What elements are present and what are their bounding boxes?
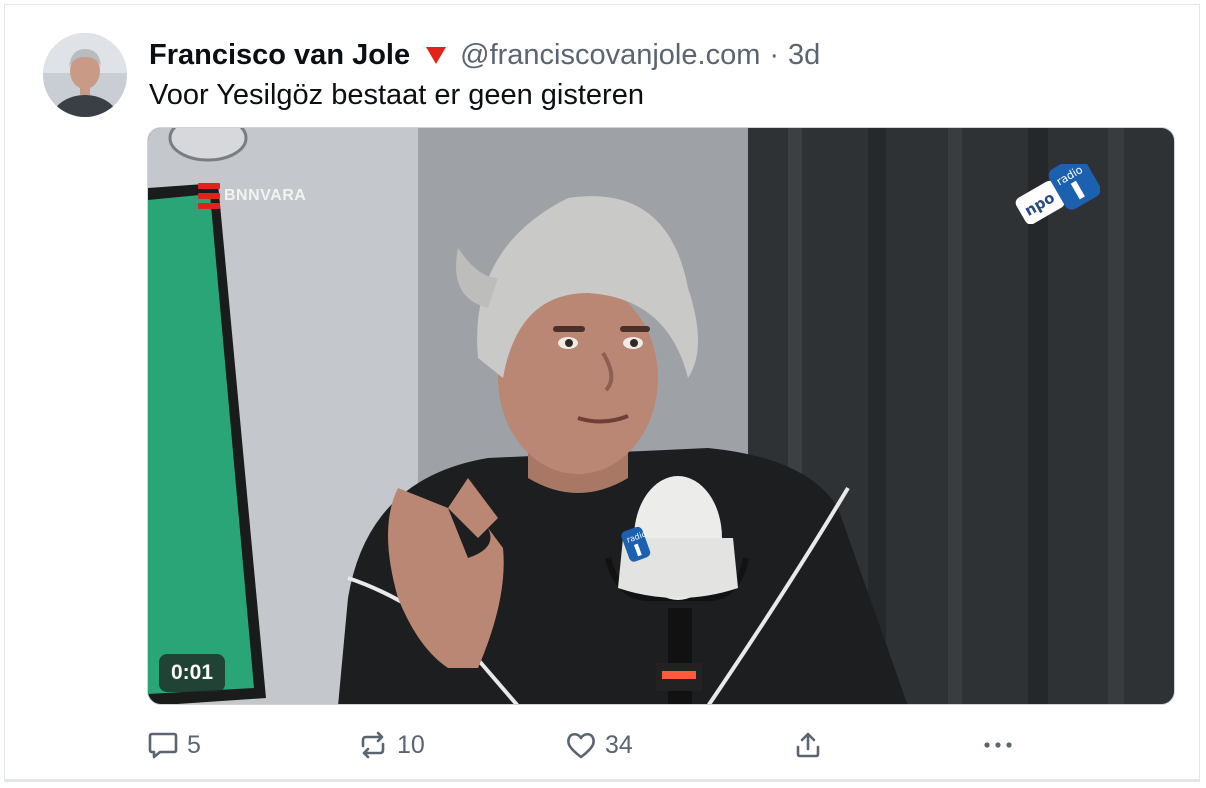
post-actions-bar: 5 10 34 bbox=[147, 725, 1177, 765]
author-name[interactable]: Francisco van Jole bbox=[149, 39, 410, 72]
bnnvara-logo: BNNVARA bbox=[198, 183, 306, 209]
bnnvara-logo-text: BNNVARA bbox=[224, 187, 307, 204]
author-handle[interactable]: @franciscovanjole.com bbox=[460, 39, 760, 72]
heart-icon bbox=[565, 730, 597, 760]
share-button[interactable] bbox=[793, 725, 823, 765]
post-header: Francisco van Jole @franciscovanjole.com… bbox=[149, 35, 820, 75]
npo-radio-1-logo: npo radio bbox=[1014, 155, 1101, 229]
post-timestamp[interactable]: 3d bbox=[788, 39, 820, 72]
reply-button[interactable]: 5 bbox=[147, 725, 201, 765]
red-triangle-down-icon bbox=[424, 45, 448, 65]
separator-dot: · bbox=[769, 38, 780, 71]
like-count: 34 bbox=[605, 730, 633, 759]
repost-count: 10 bbox=[397, 730, 425, 759]
repost-icon bbox=[357, 730, 389, 760]
author-avatar[interactable] bbox=[43, 33, 127, 117]
bnnvara-mark-icon bbox=[198, 183, 220, 209]
more-options-button[interactable] bbox=[981, 725, 1015, 765]
more-dots-icon bbox=[981, 730, 1015, 760]
share-icon bbox=[793, 730, 823, 760]
post-card[interactable]: Francisco van Jole @franciscovanjole.com… bbox=[4, 4, 1200, 782]
comment-icon bbox=[147, 730, 179, 760]
repost-button[interactable]: 10 bbox=[357, 725, 425, 765]
post-text: Voor Yesilgöz bestaat er geen gisteren bbox=[149, 79, 644, 111]
video-player[interactable]: radio BNNVARA npo radio 0:01 bbox=[147, 127, 1175, 705]
reply-count: 5 bbox=[187, 730, 201, 759]
video-duration-badge: 0:01 bbox=[159, 654, 226, 692]
like-button[interactable]: 34 bbox=[565, 725, 633, 765]
